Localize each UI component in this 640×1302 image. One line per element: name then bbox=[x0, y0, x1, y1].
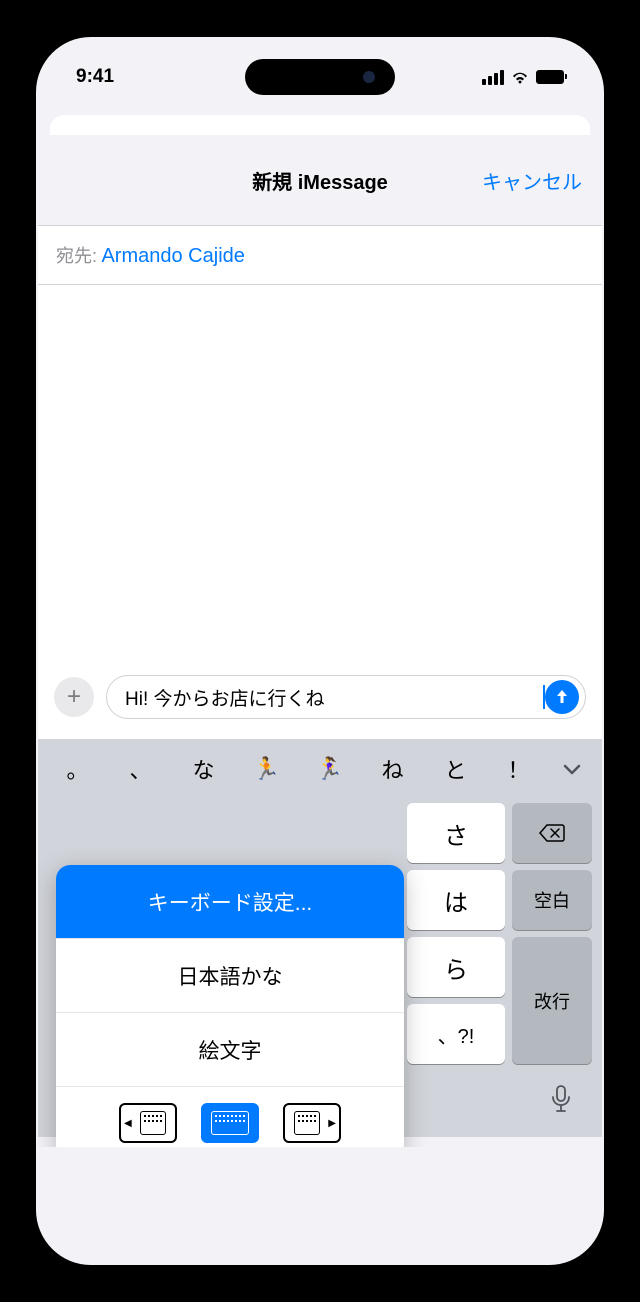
keyboard: 。 、 な 🏃 🏃‍♀️ ね と ！ キーボード設定... bbox=[38, 739, 602, 1137]
suggestion-5[interactable]: ね bbox=[361, 753, 424, 785]
key-ra[interactable]: ら bbox=[407, 937, 505, 997]
backspace-icon bbox=[538, 823, 566, 843]
key-sa[interactable]: さ bbox=[407, 803, 505, 863]
send-button[interactable] bbox=[545, 680, 579, 714]
layout-left-button[interactable]: ◀ bbox=[119, 1103, 177, 1143]
recipient-field[interactable]: 宛先: Armando Cajide bbox=[38, 225, 602, 285]
chevron-left-icon: ◀ bbox=[124, 1118, 132, 1129]
key-ha[interactable]: は bbox=[407, 870, 505, 930]
recipient-label: 宛先: bbox=[56, 246, 97, 266]
keyboard-icon bbox=[140, 1111, 166, 1135]
dynamic-island bbox=[245, 59, 395, 95]
arrow-up-icon bbox=[553, 688, 571, 706]
layout-center-button[interactable] bbox=[201, 1103, 259, 1143]
backspace-key[interactable] bbox=[512, 803, 592, 863]
keyboard-settings-button[interactable]: キーボード設定... bbox=[56, 865, 404, 939]
add-attachment-button[interactable]: + bbox=[54, 677, 94, 717]
status-time: 9:41 bbox=[76, 66, 114, 88]
layout-right-button[interactable]: ▶ bbox=[283, 1103, 341, 1143]
expand-suggestions-button[interactable] bbox=[550, 763, 594, 775]
compose-bar: + Hi! 今からお店に行くね bbox=[38, 665, 602, 739]
suggestion-1[interactable]: 、 bbox=[109, 753, 172, 785]
suggestion-6[interactable]: と bbox=[424, 753, 487, 785]
suggestion-0[interactable]: 。 bbox=[46, 753, 109, 785]
chevron-right-icon: ▶ bbox=[328, 1118, 336, 1129]
suggestion-bar: 。 、 な 🏃 🏃‍♀️ ね と ！ bbox=[38, 739, 602, 799]
dictation-button[interactable] bbox=[544, 1082, 578, 1116]
message-text: Hi! 今からお店に行くね bbox=[125, 684, 542, 711]
nav-bar: 新規 iMessage キャンセル bbox=[38, 135, 602, 225]
suggestion-7[interactable]: ！ bbox=[487, 753, 550, 785]
keyboard-switcher-popup: キーボード設定... 日本語かな 絵文字 ◀ bbox=[56, 865, 404, 1147]
conversation-area[interactable] bbox=[38, 285, 602, 665]
chevron-down-icon bbox=[563, 763, 581, 775]
new-message-modal: 新規 iMessage キャンセル 宛先: Armando Cajide + H… bbox=[38, 135, 602, 1147]
modal-background-card bbox=[50, 115, 590, 135]
suggestion-3[interactable]: 🏃 bbox=[235, 756, 298, 782]
cancel-button[interactable]: キャンセル bbox=[482, 166, 582, 195]
cellular-icon bbox=[482, 70, 504, 85]
suggestion-4[interactable]: 🏃‍♀️ bbox=[298, 756, 361, 782]
space-key[interactable]: 空白 bbox=[512, 870, 592, 930]
status-icons bbox=[482, 70, 564, 85]
keyboard-layout-row: ◀ ▶ bbox=[56, 1087, 404, 1147]
nav-title: 新規 iMessage bbox=[252, 166, 388, 195]
battery-icon bbox=[536, 70, 564, 84]
microphone-icon bbox=[550, 1084, 572, 1114]
keyboard-kana-button[interactable]: 日本語かな bbox=[56, 939, 404, 1013]
key-punctuation[interactable]: 、?! bbox=[407, 1004, 505, 1064]
keyboard-icon bbox=[211, 1111, 249, 1135]
message-input[interactable]: Hi! 今からお店に行くね bbox=[106, 675, 586, 719]
suggestion-2[interactable]: な bbox=[172, 753, 235, 785]
keyboard-icon bbox=[294, 1111, 320, 1135]
wifi-icon bbox=[510, 70, 530, 85]
keyboard-emoji-button[interactable]: 絵文字 bbox=[56, 1013, 404, 1087]
recipient-name: Armando Cajide bbox=[101, 245, 244, 267]
return-key[interactable]: 改行 bbox=[512, 937, 592, 1064]
